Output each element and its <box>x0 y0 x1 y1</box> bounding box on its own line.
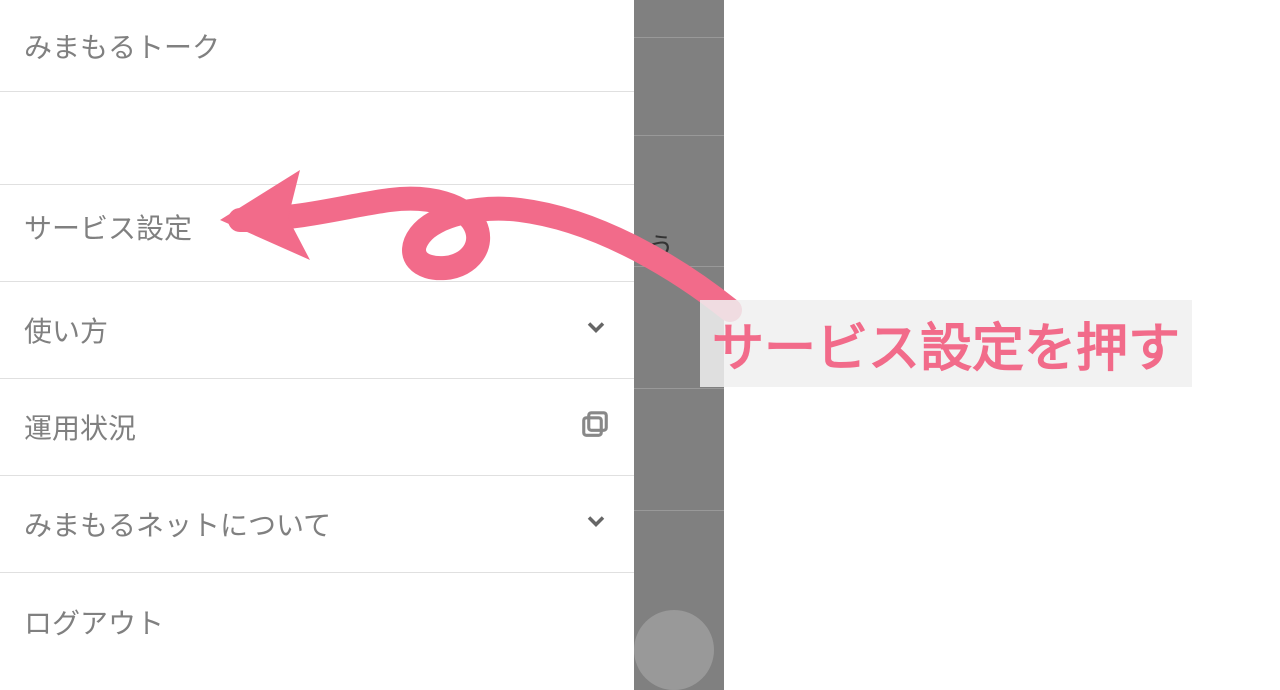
menu-item-operation-status[interactable]: 運用状況 <box>0 379 634 476</box>
background-round-button <box>634 610 714 690</box>
external-window-icon <box>580 409 610 446</box>
menu-label: みまもるトーク <box>24 26 220 66</box>
menu-label: サービス設定 <box>24 207 192 247</box>
chevron-down-icon <box>582 507 610 542</box>
menu-label: 使い方 <box>24 310 108 350</box>
menu-item-logout[interactable]: ログアウト <box>0 573 634 670</box>
chevron-down-icon <box>582 313 610 348</box>
menu-item-usage[interactable]: 使い方 <box>0 282 634 379</box>
overlay-char: う <box>648 227 674 264</box>
menu-label: 運用状況 <box>24 407 136 447</box>
menu-item-about-mimamoru-net[interactable]: みまもるネットについて <box>0 476 634 573</box>
annotation-text: サービス設定を押す <box>700 300 1192 387</box>
sidebar-menu: みまもるトーク サービス設定 使い方 運用状況 みまもるネットについて ログアウ… <box>0 0 634 690</box>
menu-item-mimamoru-talk[interactable]: みまもるトーク <box>0 0 634 92</box>
menu-label: ログアウト <box>24 602 164 642</box>
menu-item-service-settings[interactable]: サービス設定 <box>0 92 634 282</box>
menu-label: みまもるネットについて <box>24 504 331 544</box>
